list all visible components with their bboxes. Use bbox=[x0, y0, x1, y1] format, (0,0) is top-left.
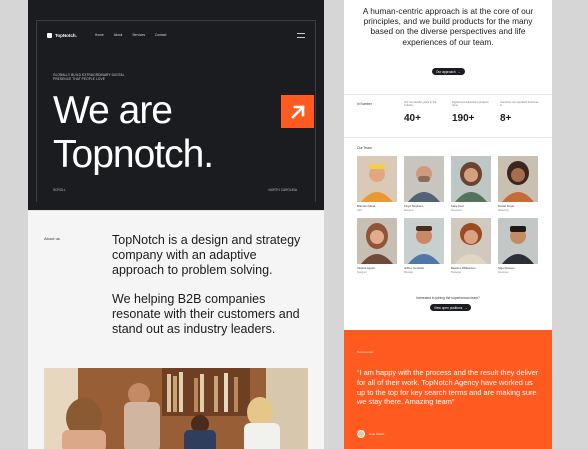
team-member-card[interactable]: Beatrice Williamson Strategist bbox=[451, 218, 491, 274]
top-nav: TopNotch. Home About Services Contact bbox=[47, 30, 305, 40]
our-approach-button-label: Our approach bbox=[436, 69, 456, 74]
location-label: NORTH CAROLINA bbox=[268, 188, 297, 192]
testimonial-section: Testimonials “I am happy with the proces… bbox=[344, 330, 552, 449]
nav-contact-link[interactable]: Contact bbox=[155, 33, 166, 37]
member-photo bbox=[498, 218, 538, 264]
member-name: Jeffrey Goodwin bbox=[404, 266, 425, 270]
open-positions-button[interactable]: View open positions → bbox=[430, 304, 472, 311]
member-name: Floyd Stephens bbox=[404, 204, 424, 208]
hero-headline: We are Topnotch. bbox=[53, 89, 214, 177]
member-name: Nigel Hansen bbox=[498, 266, 515, 270]
about-paragraph-2: We helping B2B companies resonate with t… bbox=[112, 292, 300, 336]
stat-years: Our successful years in the industry 40+ bbox=[404, 101, 444, 124]
menu-icon[interactable] bbox=[297, 32, 305, 38]
approach-section: A human-centric approach is at the core … bbox=[344, 0, 552, 94]
testimonial-quote: “I am happy with the process and the res… bbox=[357, 368, 539, 407]
about-text: TopNotch is a design and strategy compan… bbox=[112, 233, 312, 337]
member-role: Marketing bbox=[498, 209, 509, 212]
about-section: About us TopNotch is a design and strate… bbox=[28, 210, 324, 365]
numbers-title: In Number bbox=[357, 102, 372, 106]
logo-mark-icon bbox=[47, 32, 52, 38]
headline-line-1: We are bbox=[53, 89, 173, 132]
stat-projects: Digital and advertising projects done 19… bbox=[452, 101, 492, 124]
about-label: About us bbox=[44, 236, 60, 241]
member-photo bbox=[498, 156, 538, 202]
about-page-preview: A human-centric approach is at the core … bbox=[344, 0, 552, 449]
nav-home-link[interactable]: Home bbox=[95, 33, 104, 37]
team-member-card[interactable]: Dorian Doyle Marketing bbox=[498, 156, 538, 212]
team-section: Our Team Brandon Mesa CEO Floyd Stephens… bbox=[344, 138, 552, 330]
team-member-card[interactable]: Virginia Agosti Designer bbox=[357, 218, 397, 274]
open-positions-button-label: View open positions bbox=[434, 305, 463, 310]
arrow-right-icon: → bbox=[464, 305, 468, 310]
team-member-card[interactable]: Jeffrey Goodwin Manager bbox=[404, 218, 444, 274]
hero-section: TopNotch. Home About Services Contact GL… bbox=[28, 0, 324, 210]
member-name: Brandon Mesa bbox=[357, 204, 376, 208]
member-role: Developer bbox=[451, 209, 462, 212]
member-photo bbox=[404, 156, 444, 202]
about-paragraph-1: TopNotch is a design and strategy compan… bbox=[112, 233, 301, 277]
member-photo bbox=[404, 218, 444, 264]
approach-text: A human-centric approach is at the core … bbox=[362, 6, 534, 47]
arrow-right-icon: → bbox=[457, 69, 461, 74]
member-photo bbox=[357, 156, 397, 202]
author-name: Cole Welsh bbox=[369, 432, 385, 436]
member-name: Katie Kent bbox=[451, 204, 464, 208]
avatar bbox=[357, 430, 365, 438]
team-member-card[interactable]: Katie Kent Developer bbox=[451, 156, 491, 212]
hero-tagline: GLOBALLY BUILD EXTRAORDINARY DIGITAL PRE… bbox=[53, 73, 125, 82]
team-member-card[interactable]: Brandon Mesa CEO bbox=[357, 156, 397, 212]
member-role: Designer bbox=[404, 209, 414, 212]
stat-value: 190+ bbox=[452, 113, 475, 125]
scroll-label: SCROLL bbox=[53, 188, 66, 192]
join-team-text: Interested in joining the superhuman tea… bbox=[416, 296, 480, 300]
brand-name: TopNotch. bbox=[55, 32, 77, 38]
team-member-card[interactable]: Nigel Hansen Developer bbox=[498, 218, 538, 274]
stat-label: Countries we operated business in bbox=[500, 101, 539, 108]
hero-frame: TopNotch. Home About Services Contact GL… bbox=[36, 20, 316, 202]
nav-about-link[interactable]: About bbox=[114, 33, 123, 37]
member-role: Developer bbox=[498, 271, 509, 274]
team-member-card[interactable]: Floyd Stephens Designer bbox=[404, 156, 444, 212]
our-approach-button[interactable]: Our approach → bbox=[432, 68, 465, 75]
member-photo bbox=[451, 156, 491, 202]
team-title: Our Team bbox=[357, 146, 372, 150]
nav-services-link[interactable]: Services bbox=[132, 33, 145, 37]
member-name: Dorian Doyle bbox=[498, 204, 515, 208]
nav-links: Home About Services Contact bbox=[95, 33, 166, 37]
stat-value: 8+ bbox=[500, 113, 512, 125]
testimonial-label: Testimonials bbox=[357, 350, 374, 354]
screenshot-canvas: TopNotch. Home About Services Contact GL… bbox=[0, 0, 588, 449]
member-photo bbox=[357, 218, 397, 264]
homepage-preview: TopNotch. Home About Services Contact GL… bbox=[28, 0, 324, 449]
member-photo bbox=[451, 218, 491, 264]
headline-line-2: Topnotch. bbox=[53, 133, 214, 176]
testimonial-author: Cole Welsh bbox=[357, 430, 384, 438]
member-role: Strategist bbox=[451, 271, 462, 274]
stat-label: Our successful years in the industry bbox=[404, 101, 437, 108]
stat-countries: Countries we operated business in 8+ bbox=[500, 101, 540, 124]
team-meeting-photo bbox=[44, 368, 308, 449]
member-role: Designer bbox=[357, 271, 367, 274]
member-name: Virginia Agosti bbox=[357, 266, 375, 270]
numbers-section: In Number Our successful years in the in… bbox=[344, 94, 552, 138]
stat-label: Digital and advertising projects done bbox=[452, 101, 489, 108]
logo[interactable]: TopNotch. bbox=[47, 32, 77, 38]
stat-value: 40+ bbox=[404, 113, 421, 125]
member-name: Beatrice Williamson bbox=[451, 266, 476, 270]
arrow-up-right-icon[interactable] bbox=[281, 95, 314, 128]
member-role: Manager bbox=[404, 271, 414, 274]
member-role: CEO bbox=[357, 209, 363, 212]
